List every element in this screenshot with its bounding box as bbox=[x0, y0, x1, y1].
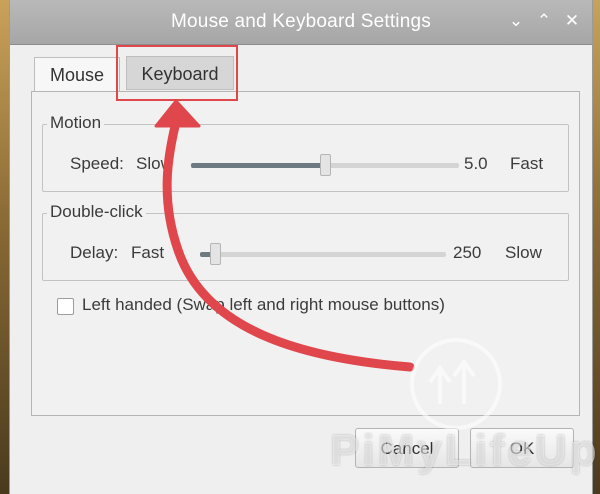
arrow-annotation bbox=[154, 99, 415, 372]
pimylifeup-logo bbox=[410, 338, 502, 430]
watermark-text: PiMyLifeUp bbox=[330, 426, 600, 475]
